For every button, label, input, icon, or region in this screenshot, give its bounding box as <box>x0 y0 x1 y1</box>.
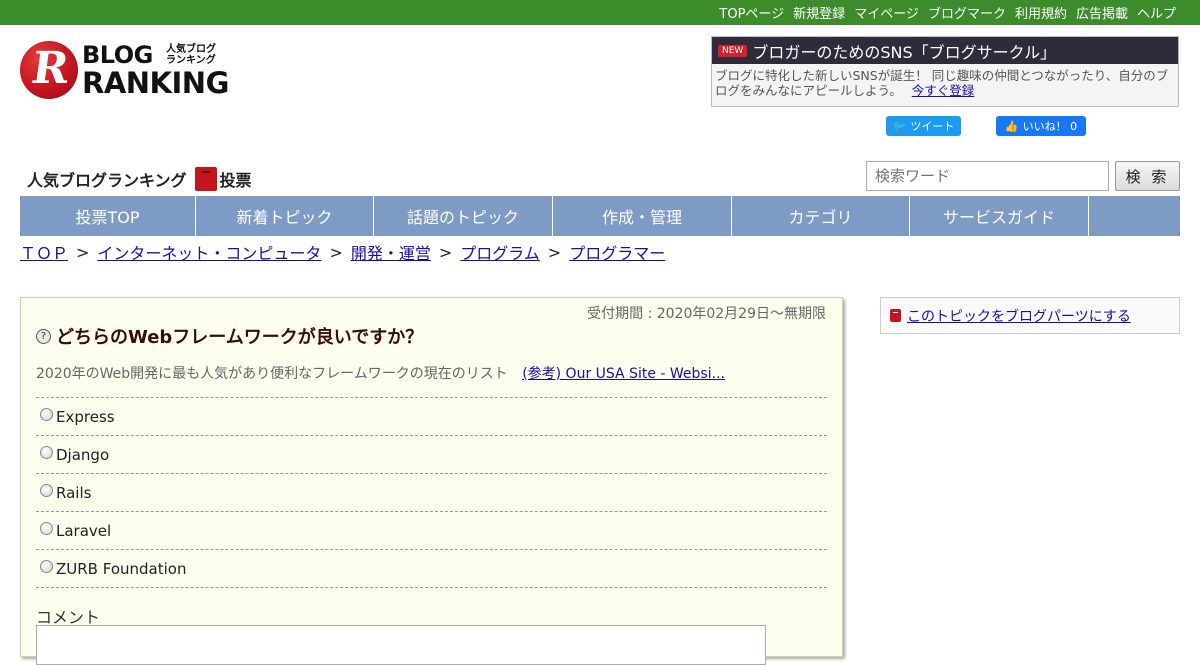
radio-button[interactable] <box>40 560 53 573</box>
radio-button[interactable] <box>40 484 53 497</box>
choice-label[interactable]: Laravel <box>56 522 111 540</box>
radio-button[interactable] <box>40 446 53 459</box>
nav-item-service-guide[interactable]: サービスガイド <box>910 196 1089 236</box>
nav-item-new-topics[interactable]: 新着トピック <box>196 196 374 236</box>
top-link-register[interactable]: 新規登録 <box>793 3 845 22</box>
logo-letter: R <box>28 43 73 94</box>
breadcrumb-top[interactable]: ＴＯＰ <box>20 240 68 264</box>
comment-textarea[interactable] <box>36 625 766 665</box>
logo-ranking-text: RANKING <box>82 66 229 100</box>
thumbs-up-icon: 👍 <box>1004 119 1019 133</box>
question-icon: ? <box>36 328 51 344</box>
breadcrumb-program[interactable]: プログラム <box>460 240 540 264</box>
main-nav: 投票TOP 新着トピック 話題のトピック 作成・管理 カテゴリ サービスガイド <box>20 196 1180 236</box>
poll-choice[interactable]: Express <box>36 398 827 436</box>
top-link-top[interactable]: TOPページ <box>719 3 784 22</box>
top-link-ads[interactable]: 広告掲載 <box>1076 3 1128 22</box>
like-label: いいね！ 0 <box>1022 120 1078 133</box>
breadcrumb-separator: > <box>438 242 453 262</box>
choice-label[interactable]: Rails <box>56 484 91 502</box>
blog-parts-link[interactable]: このトピックをブログパーツにする <box>907 306 1131 326</box>
breadcrumb: ＴＯＰ > インターネット・コンピュータ > 開発・運営 > プログラム > プ… <box>20 240 665 264</box>
nav-item-category[interactable]: カテゴリ <box>732 196 910 236</box>
promo-register-link[interactable]: 今すぐ登録 <box>912 83 975 98</box>
top-bar: TOPページ 新規登録 マイページ ブログマーク 利用規約 広告掲載 ヘルプ <box>0 0 1200 25</box>
tweet-label: ツイート <box>910 120 955 133</box>
choice-label[interactable]: Django <box>56 446 109 464</box>
nav-item-vote-top[interactable]: 投票TOP <box>20 196 196 236</box>
nav-item-empty <box>1089 196 1180 236</box>
site-logo[interactable]: R BLOG 人気ブログ ランキング RANKING <box>20 40 229 102</box>
poll-description: 2020年のWeb開発に最も人気があり便利なフレームワークの現在のリスト (参考… <box>36 363 725 383</box>
ballot-box-icon <box>194 167 217 191</box>
new-badge: NEW <box>718 44 748 57</box>
breadcrumb-separator: > <box>329 242 343 262</box>
poll-choices: Express Django Rails Laravel ZURB Founda… <box>36 397 827 588</box>
poll-question-text: どちらのWebフレームワークが良いですか？ <box>56 327 424 348</box>
logo-sub-text: 人気ブログ ランキング <box>166 44 216 66</box>
reference-link[interactable]: (参考) Our USA Site - Websi... <box>522 366 725 382</box>
radio-button[interactable] <box>40 408 53 421</box>
blog-parts-box: このトピックをブログパーツにする <box>880 297 1180 334</box>
logo-mark: R <box>20 41 78 99</box>
promo-header: NEW ブロガーのためのSNS「ブログサークル」 <box>712 37 1178 64</box>
breadcrumb-programmer[interactable]: プログラマー <box>569 240 665 264</box>
promo-body: ブログに特化した新しいSNSが誕生！ 同じ趣味の仲間とつながったり、自分のブログ… <box>712 64 1178 98</box>
top-link-blogmark[interactable]: ブログマーク <box>928 3 1006 22</box>
search-input[interactable] <box>866 161 1109 191</box>
top-links: TOPページ 新規登録 マイページ ブログマーク 利用規約 広告掲載 ヘルプ <box>710 0 1176 25</box>
poll-choice[interactable]: Laravel <box>36 512 827 550</box>
ballot-box-icon <box>890 309 901 322</box>
poll-choice[interactable]: Rails <box>36 474 827 512</box>
breadcrumb-dev-ops[interactable]: 開発・運営 <box>351 240 431 264</box>
radio-button[interactable] <box>40 522 53 535</box>
top-link-help[interactable]: ヘルプ <box>1137 3 1176 22</box>
logo-blog-text: BLOG <box>82 41 153 69</box>
poll-panel: 受付期間 : 2020年02月29日～無期限 ? どちらのWebフレームワークが… <box>20 297 843 665</box>
section-title-text: 人気ブログランキング <box>27 171 187 190</box>
section-title: 人気ブログランキング 投票 <box>27 161 252 191</box>
nav-item-hot-topics[interactable]: 話題のトピック <box>374 196 553 236</box>
poll-period: 受付期間 : 2020年02月29日～無期限 <box>587 306 826 322</box>
choice-label[interactable]: Express <box>56 408 115 426</box>
poll-description-text: 2020年のWeb開発に最も人気があり便利なフレームワークの現在のリスト <box>36 366 508 382</box>
poll-choice[interactable]: ZURB Foundation <box>36 550 827 588</box>
top-link-terms[interactable]: 利用規約 <box>1015 3 1067 22</box>
breadcrumb-internet-computer[interactable]: インターネット・コンピュータ <box>97 240 321 264</box>
tweet-button[interactable]: 🐦 ツイート <box>886 116 961 136</box>
top-link-mypage[interactable]: マイページ <box>854 3 919 22</box>
search-button[interactable]: 検 索 <box>1115 161 1180 191</box>
section-subtitle: 投票 <box>219 171 252 190</box>
breadcrumb-separator: > <box>547 242 562 262</box>
blogcircle-promo: NEW ブロガーのためのSNS「ブログサークル」 ブログに特化した新しいSNSが… <box>711 36 1179 107</box>
poll-question: ? どちらのWebフレームワークが良いですか？ <box>36 323 423 349</box>
twitter-bird-icon: 🐦 <box>892 119 907 133</box>
nav-item-create-manage[interactable]: 作成・管理 <box>553 196 732 236</box>
breadcrumb-separator: > <box>76 242 90 262</box>
facebook-like-button[interactable]: 👍 いいね！ 0 <box>996 116 1086 136</box>
promo-title[interactable]: ブロガーのためのSNS「ブログサークル」 <box>752 39 1056 63</box>
choice-label[interactable]: ZURB Foundation <box>56 560 186 578</box>
poll-choice[interactable]: Django <box>36 436 827 474</box>
